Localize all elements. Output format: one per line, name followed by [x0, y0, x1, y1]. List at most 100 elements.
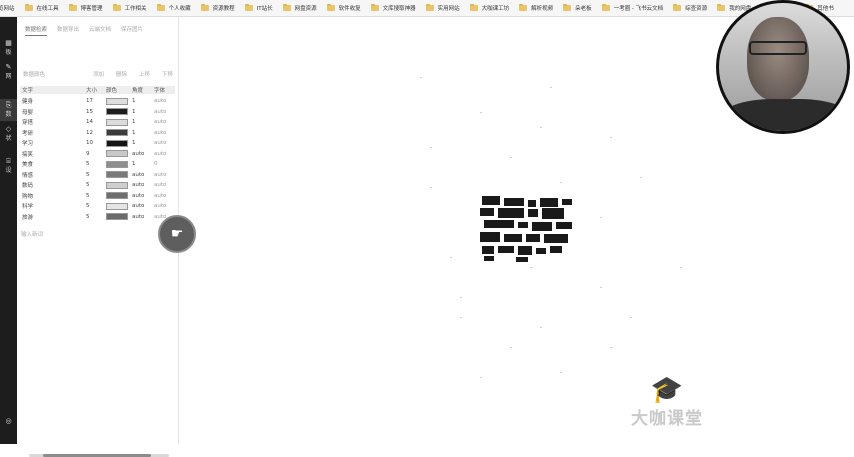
color-swatch[interactable] — [106, 160, 128, 168]
bookmark-item[interactable]: 工作相关 — [112, 4, 147, 12]
size-cell[interactable]: 5 — [86, 193, 106, 199]
angle-cell[interactable]: 1 — [132, 130, 154, 136]
tab-2[interactable]: 云端文档 — [89, 23, 111, 35]
angle-cell[interactable]: 1 — [132, 109, 154, 115]
angle-cell[interactable]: 1 — [132, 161, 154, 167]
table-row[interactable]: 科学 5 auto auto — [20, 201, 175, 212]
bookmark-item[interactable]: 在线工具 — [24, 4, 59, 12]
word-cell[interactable]: 旅游 — [20, 213, 86, 221]
bookmark-item[interactable]: 个人收藏 — [156, 4, 191, 12]
color-cell[interactable] — [106, 202, 132, 210]
word-cell[interactable]: 搞笑 — [20, 150, 86, 158]
size-cell[interactable]: 5 — [86, 172, 106, 178]
bookmark-item[interactable]: 资源教程 — [200, 4, 235, 12]
size-cell[interactable]: 5 — [86, 214, 106, 220]
angle-cell[interactable]: auto — [132, 151, 154, 157]
bookmark-item[interactable]: 大咖课工坊 — [469, 4, 509, 12]
table-row[interactable]: 搞笑 9 auto auto — [20, 149, 175, 160]
word-cell[interactable]: 科学 — [20, 202, 86, 210]
color-swatch[interactable] — [106, 129, 128, 137]
color-swatch[interactable] — [106, 171, 128, 179]
angle-cell[interactable]: 1 — [132, 119, 154, 125]
word-cell[interactable]: 购物 — [20, 192, 86, 200]
table-row[interactable]: 旅游 5 auto auto — [20, 212, 175, 223]
color-cell[interactable] — [106, 139, 132, 147]
angle-cell[interactable]: auto — [132, 172, 154, 178]
word-cell[interactable]: 考研 — [20, 129, 86, 137]
angle-cell[interactable]: 1 — [132, 98, 154, 104]
rail-item-4[interactable]: ⌸ 设 — [0, 157, 17, 174]
bookmark-item[interactable]: 实用网站 — [425, 4, 460, 12]
table-row[interactable]: 母婴 15 1 auto — [20, 107, 175, 118]
font-cell[interactable]: auto — [154, 203, 175, 209]
color-cell[interactable] — [106, 118, 132, 126]
color-cell[interactable] — [106, 213, 132, 221]
angle-cell[interactable]: auto — [132, 203, 154, 209]
bookmark-item[interactable]: 一考圈 - 飞书云文档 — [601, 4, 663, 12]
color-swatch[interactable] — [106, 181, 128, 189]
tab-1[interactable]: 数据导出 — [57, 23, 79, 35]
size-cell[interactable]: 5 — [86, 203, 106, 209]
word-cell[interactable]: 数码 — [20, 181, 86, 189]
table-row[interactable]: 购物 5 auto auto — [20, 191, 175, 202]
color-cell[interactable] — [106, 108, 132, 116]
bookmark-item[interactable]: 文库搜取神器 — [370, 4, 416, 12]
color-swatch[interactable] — [106, 108, 128, 116]
word-cell[interactable]: 母婴 — [20, 108, 86, 116]
table-row[interactable]: 数码 5 auto auto — [20, 180, 175, 191]
size-cell[interactable]: 5 — [86, 161, 106, 167]
table-row[interactable]: 健身 17 1 auto — [20, 96, 175, 107]
table-row[interactable]: 考研 12 1 auto — [20, 128, 175, 139]
table-row[interactable]: 学习 10 1 auto — [20, 138, 175, 149]
word-cell[interactable]: 健身 — [20, 97, 86, 105]
color-cell[interactable] — [106, 181, 132, 189]
word-cell[interactable]: 美食 — [20, 160, 86, 168]
angle-cell[interactable]: auto — [132, 214, 154, 220]
delete-button[interactable]: 删除 — [116, 70, 127, 78]
rail-item-3[interactable]: ◇ 状 — [0, 125, 17, 142]
size-cell[interactable]: 5 — [86, 182, 106, 188]
rail-item-1[interactable]: ✎ 网 — [0, 63, 17, 80]
bookmark-item[interactable]: 综查资源 — [673, 4, 707, 12]
font-cell[interactable]: auto — [154, 109, 175, 115]
color-swatch[interactable] — [106, 192, 128, 200]
size-cell[interactable]: 14 — [86, 119, 106, 125]
word-cell[interactable]: 学习 — [20, 139, 86, 147]
bookmark-item[interactable]: IT站长 — [244, 4, 273, 12]
size-cell[interactable]: 15 — [86, 109, 106, 115]
color-cell[interactable] — [106, 160, 132, 168]
color-cell[interactable] — [106, 97, 132, 105]
move-down-button[interactable]: 下移 — [162, 70, 173, 78]
angle-cell[interactable]: auto — [132, 182, 154, 188]
color-swatch[interactable] — [106, 139, 128, 147]
word-cell[interactable]: 情感 — [20, 171, 86, 179]
size-cell[interactable]: 10 — [86, 140, 106, 146]
bookmark-item[interactable]: 览网站 — [0, 4, 15, 12]
help-button[interactable]: ◎ — [0, 417, 17, 425]
font-cell[interactable]: auto — [154, 98, 175, 104]
font-cell[interactable]: auto — [154, 119, 175, 125]
color-swatch[interactable] — [106, 97, 128, 105]
font-cell[interactable]: auto — [154, 130, 175, 136]
bookmark-item[interactable]: 网盘资源 — [282, 4, 317, 12]
font-cell[interactable]: auto — [154, 193, 175, 199]
size-cell[interactable]: 9 — [86, 151, 106, 157]
tab-0[interactable]: 数据检索 — [25, 23, 48, 36]
angle-cell[interactable]: 1 — [132, 140, 154, 146]
rail-item-0[interactable]: ▦ 板 — [0, 39, 17, 56]
tab-3[interactable]: 保存图片 — [121, 23, 143, 35]
color-swatch[interactable] — [106, 150, 128, 158]
move-up-button[interactable]: 上移 — [139, 70, 150, 78]
bookmark-item[interactable]: 朵老板 — [563, 4, 592, 12]
rail-item-2[interactable]: ⎘ 数 — [0, 99, 17, 121]
color-swatch[interactable] — [106, 118, 128, 126]
font-cell[interactable]: auto — [154, 182, 175, 188]
font-cell[interactable]: auto — [154, 151, 175, 157]
add-button[interactable]: 添加 — [93, 70, 104, 78]
color-cell[interactable] — [106, 192, 132, 200]
color-cell[interactable] — [106, 171, 132, 179]
bookmark-item[interactable]: 解析视频 — [519, 4, 553, 12]
add-word-input[interactable]: 输入新词 — [21, 230, 43, 238]
color-swatch[interactable] — [106, 213, 128, 221]
bookmark-item[interactable]: 软件收复 — [326, 4, 361, 12]
